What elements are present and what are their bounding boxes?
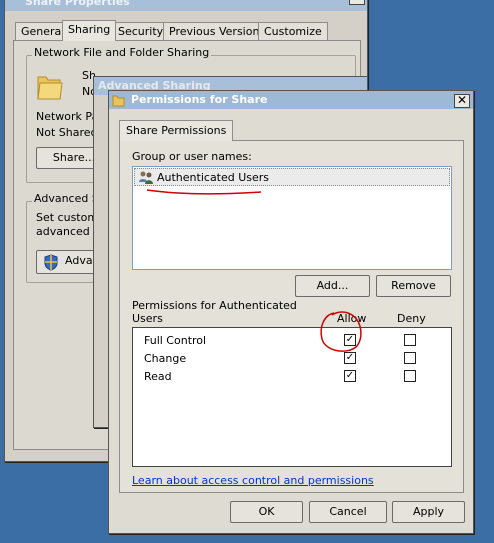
- remove-button[interactable]: Remove: [376, 275, 451, 297]
- share-permissions-panel: Group or user names: Authenticated Users…: [119, 140, 464, 493]
- folder-icon: [37, 76, 63, 100]
- annotation-underline: [146, 189, 262, 195]
- allow-checkbox[interactable]: ✓: [344, 370, 356, 382]
- permission-row: Full Control ✓: [133, 333, 451, 351]
- group-names-label: Group or user names:: [132, 150, 252, 163]
- permissions-titlebar[interactable]: Permissions for Share: [109, 91, 473, 109]
- user-list[interactable]: Authenticated Users: [132, 166, 452, 270]
- cancel-button[interactable]: Cancel: [309, 501, 387, 523]
- tab-previous-versions[interactable]: Previous Versions: [163, 22, 272, 40]
- share-button-label: Share...: [52, 151, 96, 164]
- advanced-description-line2: advanced s: [36, 225, 99, 238]
- ok-button[interactable]: OK: [230, 501, 303, 523]
- permissions-list[interactable]: Full Control ✓ Change ✓ Read ✓: [132, 327, 452, 467]
- apply-button[interactable]: Apply: [392, 501, 465, 523]
- deny-checkbox[interactable]: [404, 334, 416, 346]
- learn-access-control-link[interactable]: Learn about access control and permissio…: [132, 474, 374, 487]
- tab-share-permissions[interactable]: Share Permissions: [119, 120, 234, 141]
- close-icon[interactable]: ✕: [349, 0, 365, 5]
- permission-row: Change ✓: [133, 351, 451, 369]
- tab-label: Customize: [264, 25, 322, 38]
- tab-label: Sharing: [68, 23, 111, 36]
- folder-icon: [112, 95, 125, 107]
- tab-security[interactable]: Security: [112, 22, 170, 40]
- add-button-label: Add...: [316, 279, 349, 292]
- window-title: Permissions for Share: [131, 93, 268, 106]
- permissions-dialog: Permissions for Share ✕ Share Permission…: [108, 90, 474, 534]
- window-title: Share Properties: [25, 0, 130, 8]
- remove-button-label: Remove: [391, 279, 436, 292]
- deny-checkbox[interactable]: [404, 370, 416, 382]
- permission-name: Change: [144, 352, 187, 365]
- users-icon: [139, 171, 153, 184]
- permission-name: Read: [144, 370, 172, 383]
- tab-sharing[interactable]: Sharing: [62, 20, 117, 41]
- user-name: Authenticated Users: [157, 171, 270, 184]
- close-icon[interactable]: ✕: [454, 94, 470, 108]
- permissions-for-label: Permissions for Authenticated: [132, 299, 297, 312]
- share-properties-titlebar[interactable]: Share Properties: [5, 0, 367, 11]
- network-sharing-group-label: Network File and Folder Sharing: [32, 46, 212, 59]
- permission-name: Full Control: [144, 334, 207, 347]
- deny-checkbox[interactable]: [404, 352, 416, 364]
- tab-customize[interactable]: Customize: [258, 22, 328, 40]
- permissions-for-label-users: Users: [132, 312, 163, 325]
- apply-button-label: Apply: [412, 505, 445, 518]
- deny-column-header: Deny: [397, 312, 426, 325]
- cancel-button-label: Cancel: [329, 505, 367, 518]
- network-path-label: Network Pa: [36, 110, 99, 123]
- advanced-sharing-group-label: Advanced S: [32, 192, 101, 205]
- list-item[interactable]: Authenticated Users: [134, 168, 450, 186]
- annotation-circle: [320, 311, 362, 352]
- shield-icon: [44, 254, 58, 271]
- not-shared-label: Not Shared: [36, 126, 98, 139]
- add-button[interactable]: Add...: [295, 275, 370, 297]
- tab-label: Previous Versions: [169, 25, 266, 38]
- advanced-button-label: Adva: [65, 254, 93, 267]
- ok-button-label: OK: [258, 505, 275, 518]
- advanced-description-line1: Set custom: [36, 211, 99, 224]
- permission-row: Read ✓: [133, 369, 451, 387]
- tab-label: General: [21, 25, 65, 38]
- tab-label: Security: [118, 25, 164, 38]
- tab-label: Share Permissions: [126, 124, 227, 137]
